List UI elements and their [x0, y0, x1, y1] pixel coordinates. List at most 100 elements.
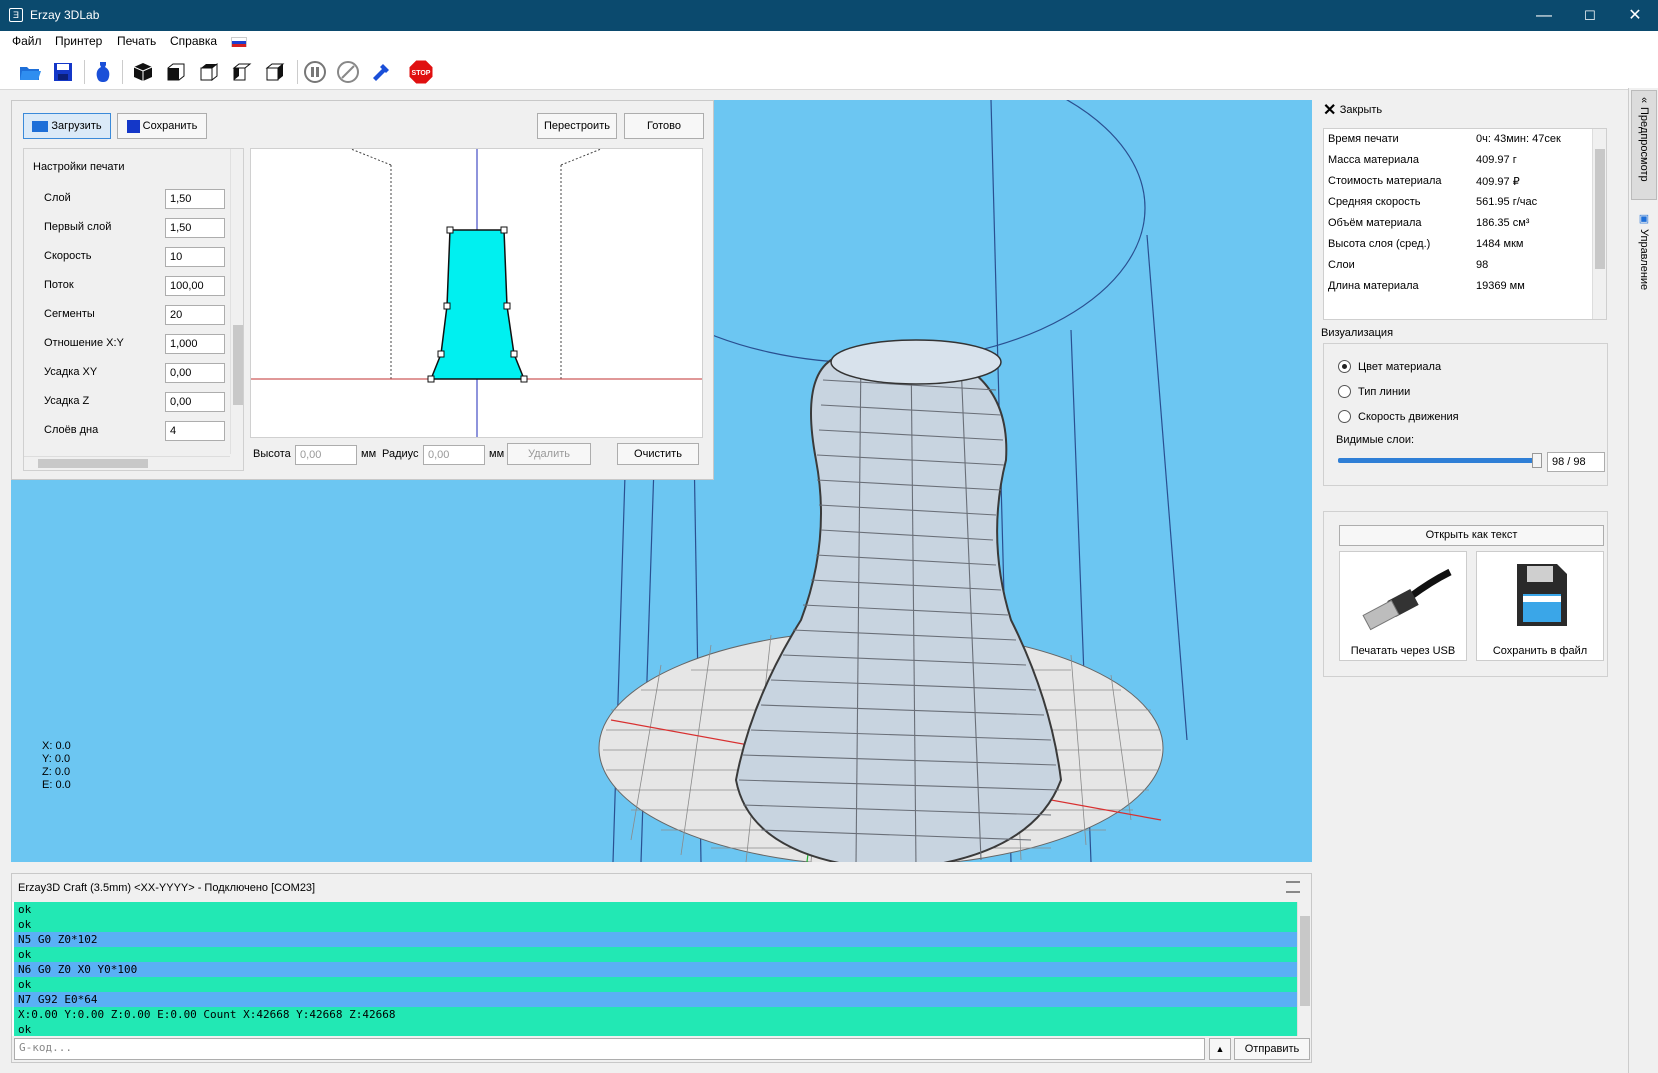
console-line: ok — [14, 917, 1297, 932]
clear-button[interactable]: Очистить — [617, 443, 699, 465]
stats-row: Время печати 0ч: 43мин: 47сек — [1324, 129, 1604, 150]
maximize-button[interactable]: ☐ — [1567, 0, 1613, 31]
radio-button[interactable] — [1338, 360, 1351, 373]
layers-slider-handle[interactable] — [1532, 453, 1542, 468]
print-usb-button[interactable]: Печатать через USB — [1339, 551, 1467, 661]
delete-button[interactable]: Удалить — [507, 443, 591, 465]
radio-button[interactable] — [1338, 385, 1351, 398]
setting-value-field[interactable]: 10 — [165, 247, 225, 267]
printer-console: Erzay3D Craft (3.5mm) <XX-YYYY> - Подклю… — [11, 873, 1312, 1063]
visible-layers-label: Видимые слои: — [1336, 434, 1415, 446]
cube-view-icon[interactable] — [130, 59, 156, 85]
vase-editor-panel: Загрузить Сохранить Перестроить Готово Н… — [11, 100, 714, 480]
stats-scrollbar[interactable] — [1592, 129, 1606, 319]
open-folder-icon[interactable] — [17, 59, 43, 85]
tab-preview[interactable]: « Предпросмотр — [1631, 90, 1657, 200]
cube-right-icon[interactable] — [262, 59, 288, 85]
console-scrollbar[interactable] — [1297, 902, 1311, 1036]
close-panel-button[interactable]: ✕ Закрыть — [1323, 100, 1382, 120]
menu-print[interactable]: Печать — [117, 34, 156, 48]
stats-value: 561.95 г/час — [1476, 196, 1538, 208]
gear-tool-icon[interactable] — [368, 59, 394, 85]
setting-value-field[interactable]: 1,000 — [165, 334, 225, 354]
setting-value-field[interactable]: 100,00 — [165, 276, 225, 296]
russian-flag-icon[interactable] — [231, 37, 247, 47]
console-log[interactable]: ok ok N5 G0 Z0*102 ok N6 G0 Z0 X0 Y0*100 ok N7… — [12, 902, 1311, 1036]
stats-key: Средняя скорость — [1328, 196, 1421, 208]
height-field[interactable]: 0,00 — [295, 445, 357, 465]
stats-row: Высота слоя (сред.) 1484 мкм — [1324, 234, 1604, 255]
stats-value: 0ч: 43мин: 47сек — [1476, 133, 1561, 145]
console-line: ok — [14, 977, 1297, 992]
stats-value: 409.97 г — [1476, 154, 1517, 166]
console-title: Erzay3D Craft (3.5mm) <XX-YYYY> - Подклю… — [18, 882, 316, 894]
cube-left-icon[interactable] — [229, 59, 255, 85]
stop-icon[interactable]: STOP — [408, 59, 434, 85]
menu-printer[interactable]: Принтер — [55, 34, 102, 48]
stats-key: Высота слоя (сред.) — [1328, 238, 1431, 250]
save-button[interactable]: Сохранить — [117, 113, 207, 139]
console-line: N7 G92 E0*64 — [14, 992, 1297, 1007]
done-button[interactable]: Готово — [624, 113, 704, 139]
radio-button[interactable] — [1338, 410, 1351, 423]
scrollbar-thumb[interactable] — [233, 325, 243, 405]
setting-value-field[interactable]: 0,00 — [165, 363, 225, 383]
menu-help[interactable]: Справка — [170, 34, 217, 48]
setting-value-field[interactable]: 0,00 — [165, 392, 225, 412]
cube-front-icon[interactable] — [163, 59, 189, 85]
stats-key: Время печати — [1328, 133, 1399, 145]
layers-slider[interactable] — [1338, 453, 1542, 468]
open-folder-icon — [32, 120, 49, 132]
stats-value: 98 — [1476, 259, 1489, 271]
minimize-button[interactable]: — — [1521, 0, 1567, 31]
stats-row: Стоимость материала 409.97 ₽ — [1324, 171, 1604, 192]
radio-label[interactable]: Тип линии — [1358, 386, 1410, 398]
setting-label: Слоёв дна — [44, 424, 99, 436]
open-as-text-button[interactable]: Открыть как текст — [1339, 525, 1604, 546]
svg-text:STOP: STOP — [412, 70, 431, 77]
rebuild-button[interactable]: Перестроить — [537, 113, 617, 139]
radio-label[interactable]: Цвет материала — [1358, 361, 1441, 373]
setting-value-field[interactable]: 1,50 — [165, 218, 225, 238]
save-to-file-button[interactable]: Сохранить в файл — [1476, 551, 1604, 661]
collapse-icon: « — [1638, 97, 1650, 104]
gcode-input[interactable]: G-код... — [14, 1038, 1205, 1060]
cancel-icon[interactable] — [335, 59, 361, 85]
save-disk-icon[interactable] — [50, 59, 76, 85]
profile-canvas[interactable] — [250, 148, 703, 438]
stats-row: Объём материала 186.35 см³ — [1324, 213, 1604, 234]
menu-file[interactable]: Файл — [12, 34, 42, 48]
toolbar-separator — [84, 60, 85, 84]
console-line: N6 G0 Z0 X0 Y0*100 — [14, 962, 1297, 977]
stats-value: 186.35 см³ — [1476, 217, 1530, 229]
setting-value-field[interactable]: 1,50 — [165, 189, 225, 209]
settings-hscrollbar[interactable] — [24, 456, 230, 470]
save-disk-icon — [126, 119, 140, 133]
cube-top-icon[interactable] — [196, 59, 222, 85]
setting-label: Первый слой — [44, 221, 112, 233]
stats-key: Объём материала — [1328, 217, 1422, 229]
vase-icon[interactable] — [90, 59, 116, 85]
coord-x: X: 0.0 — [42, 740, 71, 752]
layers-spinbox[interactable]: 98 / 98 — [1547, 452, 1605, 472]
console-menu-icon[interactable] — [1286, 881, 1300, 893]
history-up-button[interactable]: ▲ — [1209, 1038, 1231, 1060]
stats-value: 409.97 ₽ — [1476, 176, 1520, 188]
visualization-group: Цвет материала Тип линии Скорость движения… — [1323, 343, 1608, 486]
send-button[interactable]: Отправить — [1234, 1038, 1310, 1060]
setting-value-field[interactable]: 20 — [165, 305, 225, 325]
tab-control[interactable]: ▣ Управление — [1631, 206, 1657, 306]
layers-slider-fill — [1338, 458, 1536, 463]
pause-icon[interactable] — [302, 59, 328, 85]
load-button[interactable]: Загрузить — [23, 113, 111, 139]
settings-scrollbar[interactable] — [230, 149, 243, 454]
app-logo-icon: Ǝ — [9, 8, 23, 22]
setting-label: Усадка Z — [44, 395, 90, 407]
close-window-button[interactable]: ✕ — [1612, 0, 1658, 31]
height-label: Высота — [253, 448, 291, 460]
window-title: Erzay 3DLab — [30, 8, 100, 22]
radius-field[interactable]: 0,00 — [423, 445, 485, 465]
control-icon: ▣ — [1637, 212, 1650, 225]
radio-label[interactable]: Скорость движения — [1358, 411, 1459, 423]
setting-value-field[interactable]: 4 — [165, 421, 225, 441]
